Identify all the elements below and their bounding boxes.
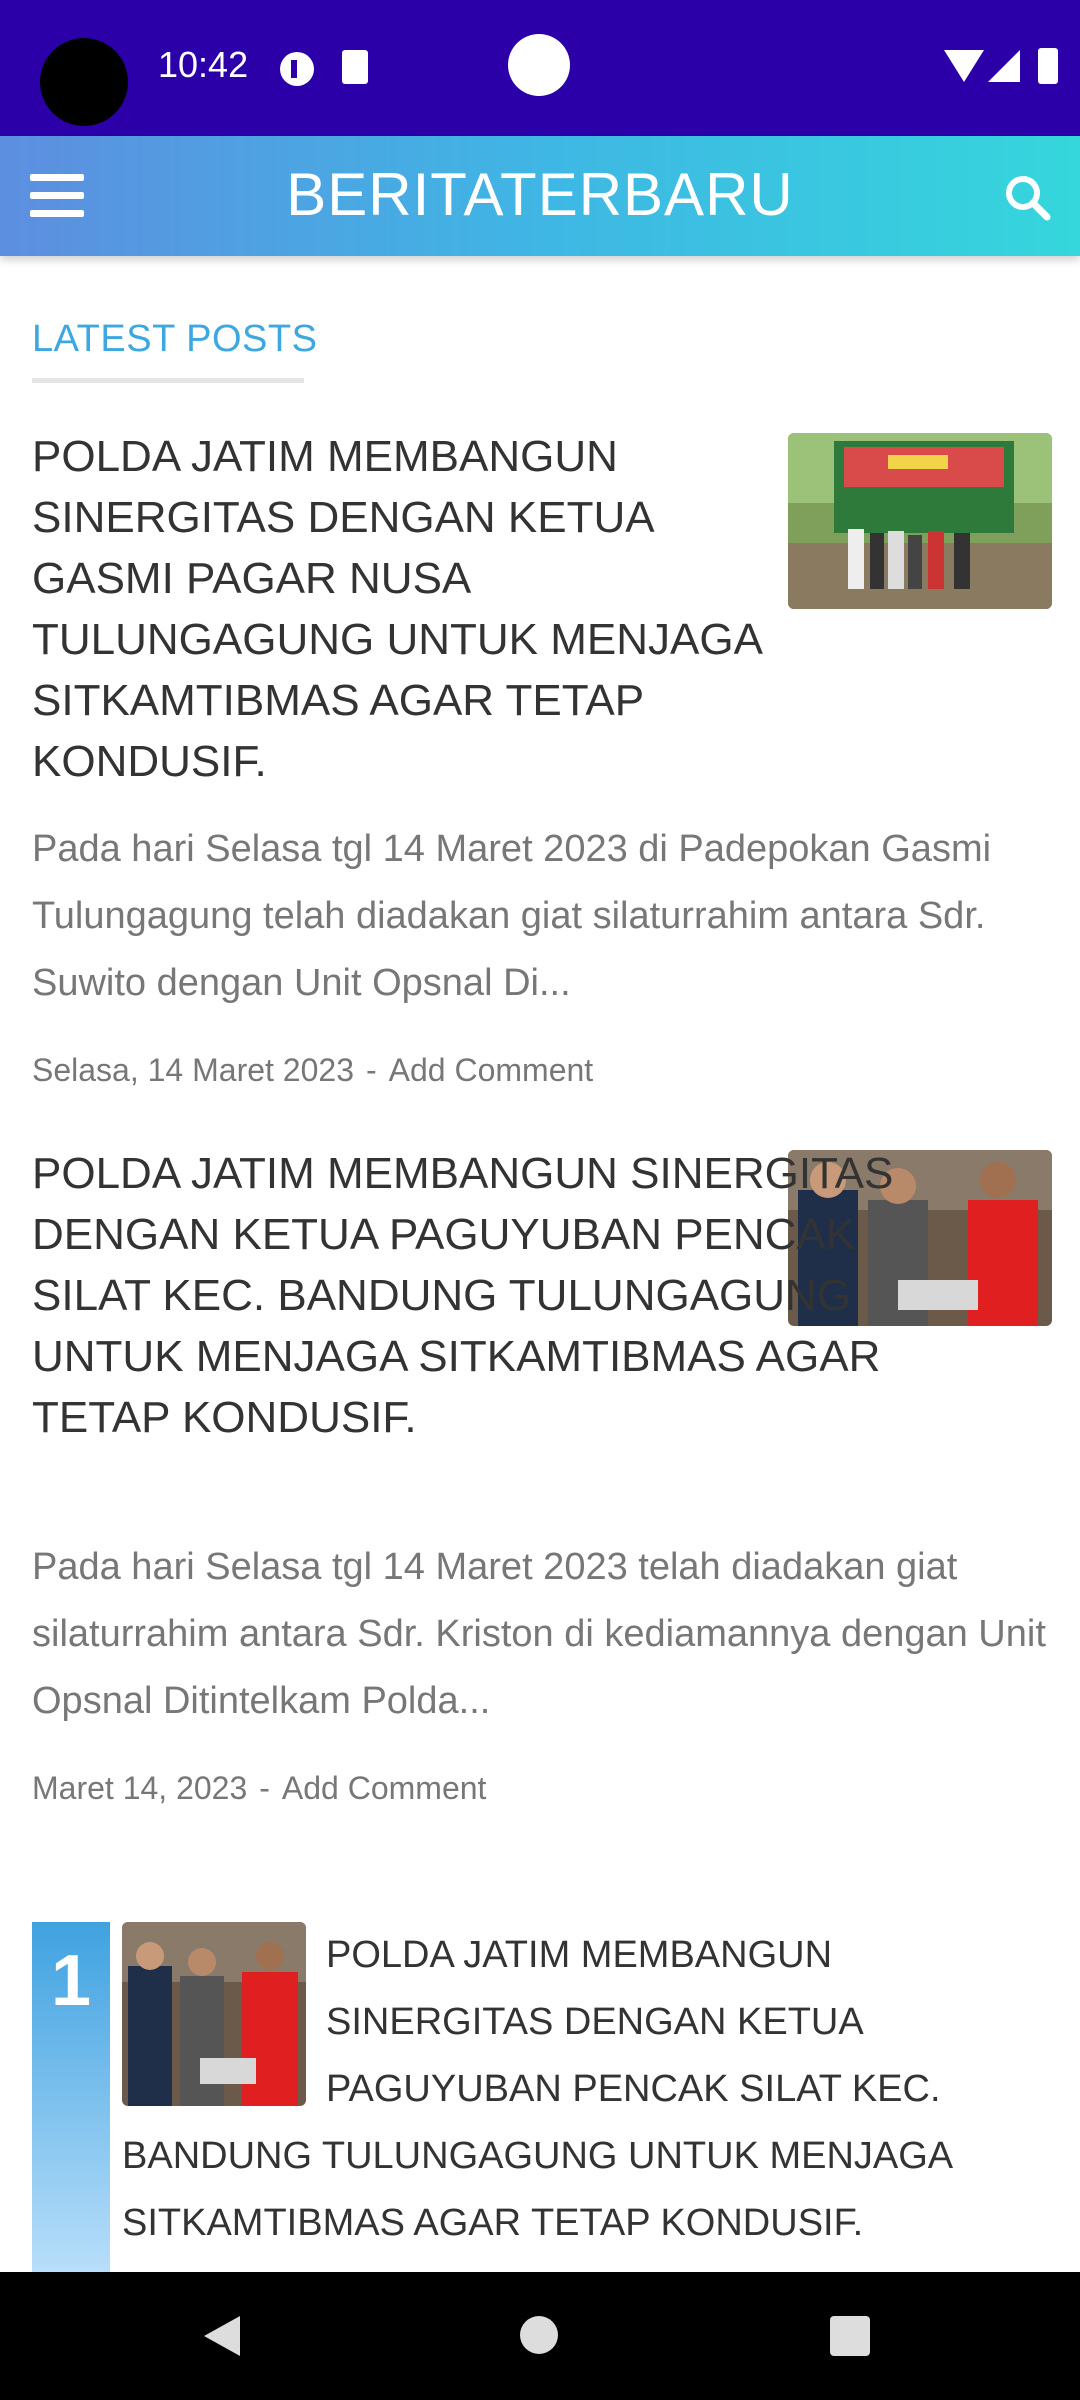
post-meta: Selasa, 14 Maret 2023- Add Comment xyxy=(32,1052,594,1088)
post-title[interactable]: POLDA JATIM MEMBANGUN SINERGITAS DENGAN … xyxy=(32,426,772,792)
rank-badge: 1 xyxy=(32,1922,110,2272)
back-icon[interactable] xyxy=(204,2316,240,2356)
data-saver-icon xyxy=(280,52,314,86)
add-comment-link[interactable]: Add Comment xyxy=(282,1770,487,1806)
section-underline xyxy=(32,378,304,383)
status-time: 10:42 xyxy=(158,44,249,85)
post-date: Maret 14, 2023 xyxy=(32,1770,248,1806)
post-excerpt: Pada hari Selasa tgl 14 Maret 2023 di Pa… xyxy=(32,828,992,1004)
popular-post-thumbnail[interactable] xyxy=(122,1922,306,2106)
post-date: Selasa, 14 Maret 2023 xyxy=(32,1052,354,1088)
section-header: LATEST POSTS xyxy=(32,318,318,360)
sd-card-icon xyxy=(342,50,368,84)
camera-cutout xyxy=(40,38,128,126)
site-title[interactable]: BERITATERBARU xyxy=(0,160,1080,229)
post-thumbnail[interactable] xyxy=(788,433,1052,609)
wifi-icon xyxy=(944,50,984,82)
signal-icon xyxy=(988,50,1020,82)
post-meta: Maret 14, 2023- Add Comment xyxy=(32,1770,487,1806)
status-bar: 10:42 xyxy=(0,0,1080,136)
recents-icon[interactable] xyxy=(830,2316,870,2356)
search-icon[interactable] xyxy=(1002,172,1052,222)
app-bar: BERITATERBARU xyxy=(0,136,1080,256)
rank-number: 1 xyxy=(50,1941,92,2021)
battery-icon xyxy=(1038,48,1058,84)
home-icon[interactable] xyxy=(520,2316,558,2354)
post-excerpt: Pada hari Selasa tgl 14 Maret 2023 telah… xyxy=(32,1546,1046,1722)
system-nav-bar xyxy=(0,2272,1080,2400)
front-camera-icon xyxy=(508,34,570,96)
add-comment-link[interactable]: Add Comment xyxy=(389,1052,594,1088)
post-title[interactable]: POLDA JATIM MEMBANGUN SINERGITAS DENGAN … xyxy=(32,1143,932,1448)
